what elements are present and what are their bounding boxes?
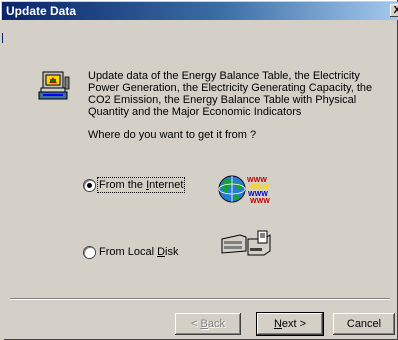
update-description: Update data of the Energy Balance Table,… (88, 70, 373, 118)
next-accelerator: N (273, 318, 282, 330)
update-data-icon (38, 71, 70, 100)
button-separator (10, 298, 390, 300)
local-disk-radio[interactable] (84, 247, 95, 258)
left-edge-marker (2, 33, 3, 43)
source-question: Where do you want to get it from ? (88, 129, 257, 141)
close-button[interactable]: X (390, 4, 398, 17)
svg-text:WWW: WWW (250, 198, 270, 205)
radio-selected-dot (87, 183, 92, 188)
internet-label-text: From the (99, 179, 147, 191)
svg-text:WWW: WWW (247, 177, 267, 184)
local-disk-label-text-rest: isk (165, 246, 179, 258)
back-label: < (191, 318, 201, 330)
internet-globe-icon: WWW WWW WWW WWW (218, 175, 270, 205)
local-disk-option-label[interactable]: From Local Disk (99, 246, 178, 258)
back-label-rest: ack (207, 318, 225, 330)
internet-option-label[interactable]: From the Internet (96, 177, 186, 193)
local-disk-label-text: From Local (99, 246, 158, 258)
next-button[interactable]: Next > (257, 313, 323, 335)
left-edge (0, 20, 4, 340)
cancel-button[interactable]: Cancel (333, 313, 395, 335)
svg-text:WWW: WWW (249, 184, 269, 191)
internet-radio[interactable] (84, 180, 95, 191)
local-disk-icon (221, 230, 271, 256)
window-title: Update Data (6, 4, 77, 18)
internet-label-text-rest: nternet (149, 179, 184, 191)
svg-text:WWW: WWW (248, 191, 268, 198)
local-disk-label-accelerator: D (157, 246, 166, 258)
back-button[interactable]: < Back (175, 313, 241, 335)
update-data-dialog: Update Data X Update data of the Energy … (0, 0, 398, 340)
title-bar[interactable]: Update Data X (2, 2, 398, 20)
next-label-rest: ext > (281, 318, 307, 330)
back-accelerator: B (200, 318, 208, 330)
